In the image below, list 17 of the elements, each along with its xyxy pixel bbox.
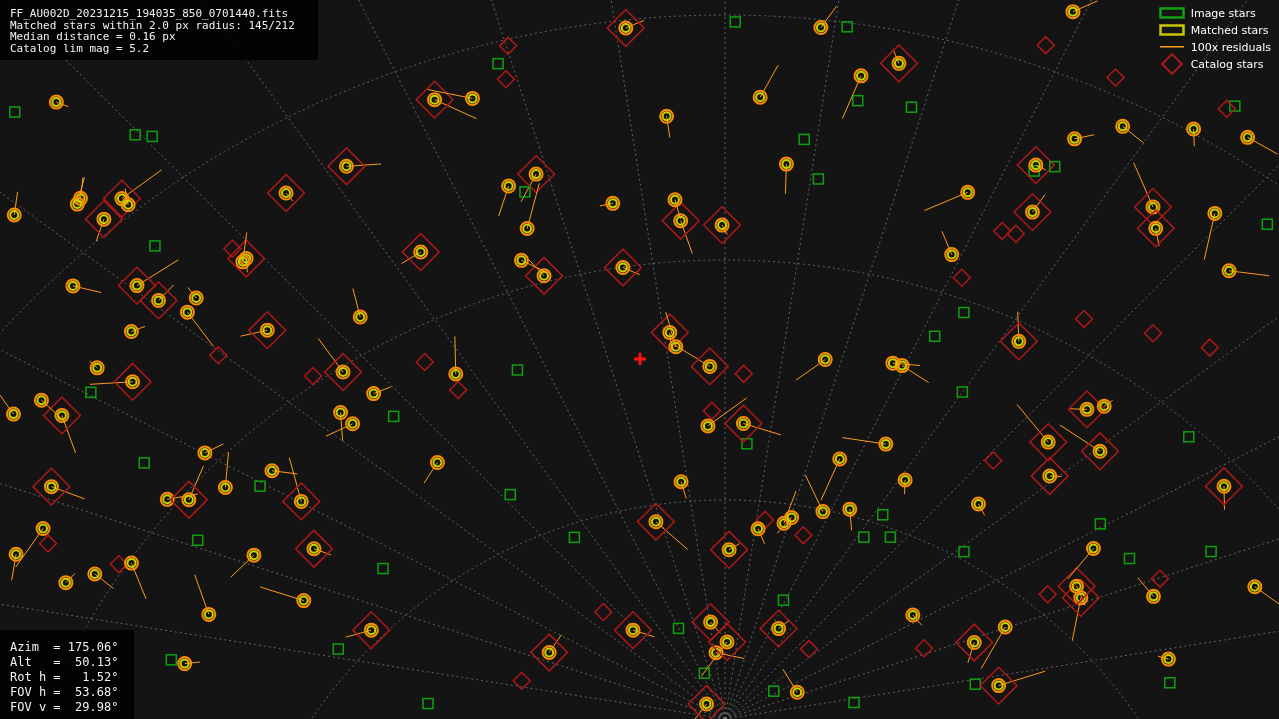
legend-label: Matched stars (1190, 23, 1269, 37)
pointing-text: FOV v = 29.98° (10, 700, 120, 715)
pointing-text: Azim = 175.06° (10, 640, 120, 655)
info-text: Matched stars within 2.0 px radius: 145/212 (10, 19, 296, 31)
pointing-text: Rot h = 1.52° (10, 670, 120, 685)
diamond-legend-icon (1158, 51, 1185, 77)
matched-star-legend-icon (1158, 24, 1185, 36)
info-text: Median distance = 0.16 px (10, 31, 176, 43)
legend-label: 100x residuals (1190, 40, 1271, 54)
info-text: Catalog lim mag = 5.2 (10, 42, 151, 54)
pointing-text: Alt = 50.13° (10, 655, 120, 670)
legend-label: Image stars (1190, 6, 1256, 20)
image-star-legend-icon (1158, 7, 1185, 19)
pointing-text: FOV h = 53.68° (10, 685, 120, 700)
info-text: FF_AU002D_20231215_194035_850_0701440.fits (10, 8, 290, 20)
legend-label: Catalog stars (1190, 57, 1264, 71)
line-legend-icon (1158, 45, 1185, 49)
